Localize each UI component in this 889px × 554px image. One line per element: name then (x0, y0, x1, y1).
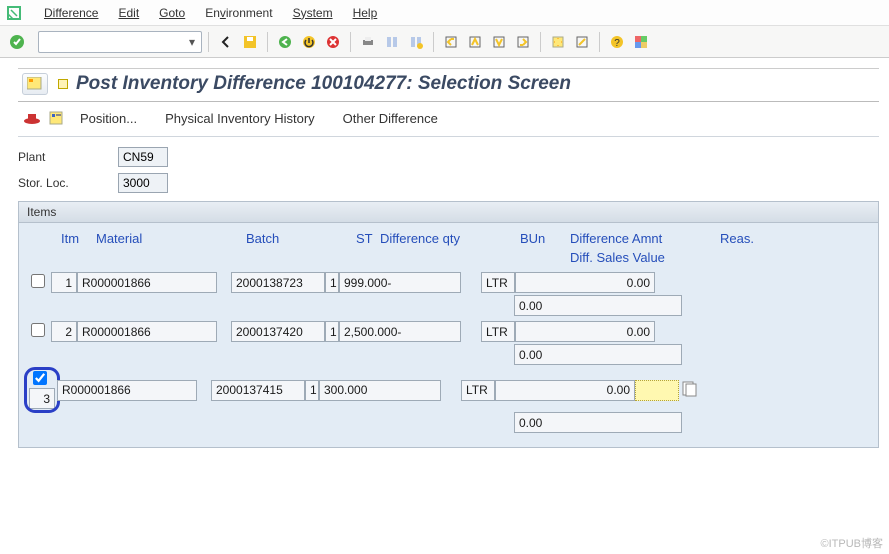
col-reas: Reas. (720, 231, 770, 246)
cell-st[interactable]: 1 (305, 380, 319, 401)
layout-button[interactable] (630, 31, 652, 53)
items-header: Items (19, 202, 878, 223)
row-select-checkbox[interactable] (31, 274, 45, 288)
cell-material[interactable]: R000001866 (77, 321, 217, 342)
table-row: 3R000001866 20001374151300.000 LTR0.00 (27, 369, 870, 411)
cell-diff-amnt[interactable]: 0.00 (515, 272, 655, 293)
menu-help[interactable]: Help (343, 4, 388, 22)
cell-itm: 2 (51, 321, 77, 342)
position-button[interactable]: Position... (74, 109, 143, 128)
cell-bun: LTR (461, 380, 495, 401)
menu-system[interactable]: System (283, 4, 343, 22)
items-panel: Items Itm Material Batch ST Difference q… (18, 201, 879, 448)
exit-button[interactable] (298, 31, 320, 53)
other-difference-button[interactable]: Other Difference (337, 109, 444, 128)
next-page-button[interactable] (488, 31, 510, 53)
window-menu-icon[interactable] (4, 3, 24, 23)
standard-toolbar: ▾ ? (0, 26, 889, 58)
cell-diff-qty[interactable]: 999.000- (339, 272, 461, 293)
cell-itm: 1 (51, 272, 77, 293)
cell-batch[interactable]: 2000137420 (231, 321, 325, 342)
page-title: Post Inventory Difference 100104277: Sel… (76, 73, 571, 95)
header-fields: Plant Stor. Loc. (18, 137, 879, 195)
col-diff-sales-value: Diff. Sales Value (570, 250, 665, 265)
cell-bun: LTR (481, 321, 515, 342)
col-diff-amnt: Difference Amnt (570, 231, 720, 246)
title-bar: Post Inventory Difference 100104277: Sel… (18, 68, 879, 102)
hat-icon[interactable] (22, 108, 42, 128)
nav-back-button[interactable] (274, 31, 296, 53)
shortcut-button[interactable] (571, 31, 593, 53)
cell-material[interactable]: R000001866 (77, 272, 217, 293)
cell-reason[interactable] (635, 380, 679, 401)
first-page-button[interactable] (440, 31, 462, 53)
cell-diff-qty[interactable]: 300.000 (319, 380, 441, 401)
svg-text:?: ? (614, 38, 620, 49)
table-row: 1R00000186620001387231999.000-LTR0.00 (27, 271, 870, 294)
col-itm: Itm (61, 231, 96, 246)
col-diff-qty: Difference qty (380, 231, 520, 246)
position-icon[interactable] (48, 108, 68, 128)
table-subrow: 0.00 (27, 411, 870, 437)
cell-diff-qty[interactable]: 2,500.000- (339, 321, 461, 342)
help-button[interactable]: ? (606, 31, 628, 53)
col-bun: BUn (520, 231, 570, 246)
plant-input[interactable] (118, 147, 168, 167)
cell-material[interactable]: R000001866 (57, 380, 197, 401)
cell-st[interactable]: 1 (325, 321, 339, 342)
row-select-checkbox[interactable] (33, 371, 47, 385)
prev-page-button[interactable] (464, 31, 486, 53)
menu-edit[interactable]: Edit (108, 4, 149, 22)
command-field[interactable]: ▾ (38, 31, 202, 53)
find-next-button[interactable] (405, 31, 427, 53)
col-material: Material (96, 231, 246, 246)
menu-bar: Difference Edit Goto Environment System … (0, 0, 889, 26)
cell-itm: 3 (29, 388, 55, 409)
col-st: ST (356, 231, 380, 246)
command-input[interactable] (45, 35, 185, 49)
chevron-down-icon[interactable]: ▾ (185, 35, 199, 49)
cell-diff-sales-value[interactable]: 0.00 (514, 344, 682, 365)
table-subrow: 0.00 (27, 294, 870, 320)
cell-diff-sales-value[interactable]: 0.00 (514, 412, 682, 433)
table-row: 2R000001866 200013742012,500.000- LTR0.00 (27, 320, 870, 343)
cell-batch[interactable]: 2000138723 (231, 272, 325, 293)
plant-label: Plant (18, 150, 118, 164)
row-select-checkbox[interactable] (31, 323, 45, 337)
enter-button[interactable] (6, 31, 28, 53)
new-session-button[interactable] (547, 31, 569, 53)
watermark: ©ITPUB博客 (821, 535, 884, 551)
selection-variant-icon[interactable] (22, 73, 48, 95)
last-page-button[interactable] (512, 31, 534, 53)
phys-inv-history-button[interactable]: Physical Inventory History (159, 109, 321, 128)
col-batch: Batch (246, 231, 356, 246)
cancel-button[interactable] (322, 31, 344, 53)
column-headers: Itm Material Batch ST Difference qty BUn… (27, 231, 870, 250)
app-toolbar: Position... Physical Inventory History O… (18, 102, 879, 137)
cell-diff-sales-value[interactable]: 0.00 (514, 295, 682, 316)
menu-environment[interactable]: Environment (195, 4, 282, 22)
save-button[interactable] (239, 31, 261, 53)
storage-location-input[interactable] (118, 173, 168, 193)
menu-difference[interactable]: Difference (34, 4, 108, 22)
variant-dropdown-icon[interactable] (58, 79, 68, 89)
cell-diff-amnt[interactable]: 0.00 (515, 321, 655, 342)
back-button[interactable] (215, 31, 237, 53)
table-subrow: 0.00 (27, 343, 870, 369)
cell-diff-amnt[interactable]: 0.00 (495, 380, 635, 401)
cell-st[interactable]: 1 (325, 272, 339, 293)
menu-goto[interactable]: Goto (149, 4, 195, 22)
print-button[interactable] (357, 31, 379, 53)
storage-location-label: Stor. Loc. (18, 176, 118, 190)
items-rows: 1R00000186620001387231999.000-LTR0.000.0… (27, 271, 870, 437)
search-help-icon[interactable] (682, 381, 698, 400)
find-button[interactable] (381, 31, 403, 53)
cell-bun: LTR (481, 272, 515, 293)
cell-batch[interactable]: 2000137415 (211, 380, 305, 401)
